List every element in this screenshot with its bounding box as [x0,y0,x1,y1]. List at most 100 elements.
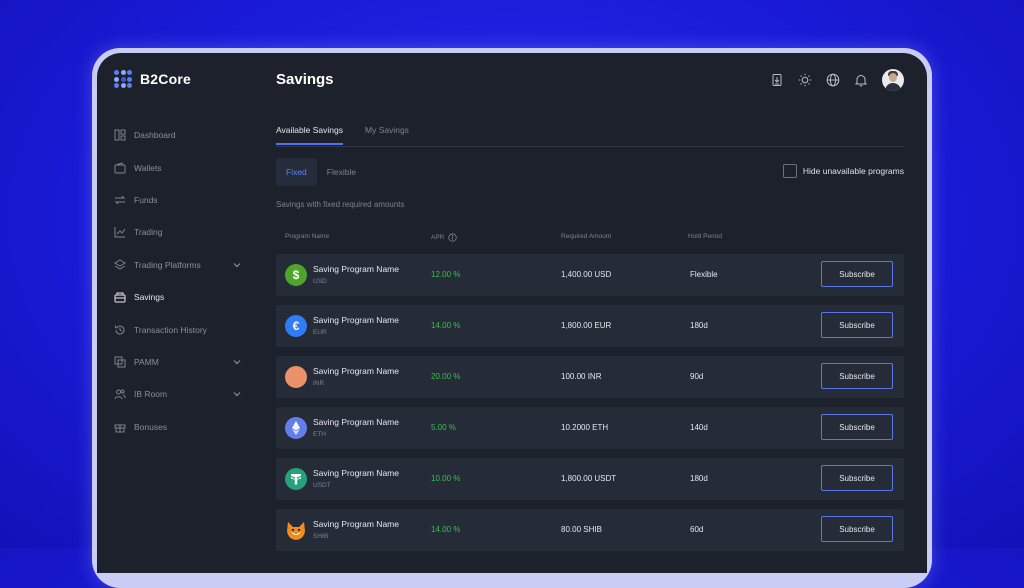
table-row: € Saving Program Name EUR 14.00 % 1,800.… [276,305,904,347]
table-header: Program Name APR Required Amount Hold Pe… [276,233,904,245]
tether-coin-icon [285,468,307,490]
sidebar-item-trading-platforms[interactable]: Trading Platforms [97,249,257,281]
savings-table-body: $ Saving Program Name USD 12.00 % 1,400.… [276,254,904,560]
chevron-down-icon[interactable] [232,357,242,367]
tab-my-savings[interactable]: My Savings [365,125,409,143]
trend-chart-icon [114,226,126,238]
sidebar-item-trading[interactable]: Trading [97,216,257,248]
program-name: Saving Program Name [313,468,399,478]
hide-unavailable-toggle[interactable]: Hide unavailable programs [782,164,904,178]
bell-icon[interactable] [854,73,868,87]
program-apr: 5.00 % [431,423,456,432]
globe-icon[interactable] [826,73,840,87]
table-row: Saving Program Name ETH 5.00 % 10.2000 E… [276,407,904,449]
sidebar-item-wallets[interactable]: Wallets [97,151,257,183]
brand-logo[interactable]: B2Core [114,70,191,88]
hide-unavailable-checkbox[interactable] [782,164,797,178]
program-name: Saving Program Name [313,366,399,376]
sidebar-item-savings[interactable]: Savings [97,281,257,313]
column-apr: APR [431,233,458,242]
subscribe-button[interactable]: Subscribe [821,414,893,440]
program-required-amount: 1,400.00 USD [561,270,612,279]
subscribe-button[interactable]: Subscribe [821,261,893,287]
savings-tabs: Available Savings My Savings [276,125,904,147]
sidebar-item-pamm[interactable]: PAMM [97,346,257,378]
header-actions [770,69,904,91]
column-hold-period: Hold Period [688,233,722,240]
program-required-amount: 10.2000 ETH [561,423,609,432]
program-currency: ETH [313,431,326,438]
shib-coin-icon [285,519,307,541]
avatar[interactable] [882,69,904,91]
sidebar-item-label: Bonuses [134,421,168,432]
logo-mark-icon [114,70,132,88]
chevron-down-icon[interactable] [232,389,242,399]
table-row: $ Saving Program Name USD 12.00 % 1,400.… [276,254,904,296]
euro-coin-icon: € [285,315,307,337]
sidebar-item-label: Trading Platforms [134,259,201,270]
sidebar-item-ib-room[interactable]: IB Room [97,378,257,410]
svg-text:€: € [293,319,300,333]
program-apr: 14.00 % [431,321,461,330]
layers-icon [114,259,126,271]
program-required-amount: 100.00 INR [561,372,602,381]
program-required-amount: 1,800.00 USDT [561,474,617,483]
table-row: Saving Program Name INR 20.00 % 100.00 I… [276,356,904,398]
program-name: Saving Program Name [313,315,399,325]
program-name: Saving Program Name [313,519,399,529]
sidebar-item-bonuses[interactable]: Bonuses [97,411,257,443]
sidebar-item-label: Savings [134,292,165,303]
sidebar-item-dashboard[interactable]: Dashboard [97,119,257,151]
tab-available-savings[interactable]: Available Savings [276,125,343,145]
program-type-toggle: Fixed Flexible [276,158,366,186]
program-hold-period: 180d [690,474,708,483]
program-apr: 20.00 % [431,372,461,381]
sidebar-item-label: Dashboard [134,130,176,141]
program-name: Saving Program Name [313,264,399,274]
app-window: B2Core Dashboard Wallets Funds Trading T… [97,53,927,573]
dashboard-icon [114,129,126,141]
copy-window-icon [114,356,126,368]
sidebar-item-label: Funds [134,194,158,205]
sidebar-item-label: PAMM [134,356,159,367]
program-currency: EUR [313,329,327,336]
column-required-amount: Required Amount [561,233,612,240]
program-currency: SHIB [313,533,329,540]
chevron-down-icon[interactable] [232,260,242,270]
program-hold-period: 90d [690,372,704,381]
program-hold-period: 180d [690,321,708,330]
wallet-icon [114,161,126,174]
program-currency: INR [313,380,325,387]
sun-icon[interactable] [798,73,812,87]
history-icon [114,324,126,336]
program-apr: 14.00 % [431,525,461,534]
sidebar: B2Core Dashboard Wallets Funds Trading T… [97,53,257,573]
program-name: Saving Program Name [313,417,399,427]
document-download-icon[interactable] [770,73,784,87]
column-apr-label: APR [431,234,445,241]
subscribe-button[interactable]: Subscribe [821,465,893,491]
gift-icon [114,421,126,433]
users-icon [114,388,126,400]
usd-coin-icon: $ [285,264,307,286]
subscribe-button[interactable]: Subscribe [821,363,893,389]
subscribe-button[interactable]: Subscribe [821,516,893,542]
brand-name: B2Core [140,71,191,87]
subscribe-button[interactable]: Subscribe [821,312,893,338]
sidebar-item-funds[interactable]: Funds [97,184,257,216]
program-apr: 12.00 % [431,270,461,279]
sidebar-item-label: Transaction History [134,324,207,335]
piggy-box-icon [114,291,126,303]
program-hold-period: 140d [690,423,708,432]
transfer-arrows-icon [114,194,126,206]
sidebar-item-transaction-history[interactable]: Transaction History [97,313,257,345]
inr-coin-icon [285,366,307,388]
info-icon[interactable] [448,233,458,242]
segment-fixed[interactable]: Fixed [276,158,317,186]
segment-flexible[interactable]: Flexible [317,158,366,186]
program-required-amount: 1,800.00 EUR [561,321,612,330]
column-program-name: Program Name [285,233,330,240]
table-row: Saving Program Name SHIB 14.00 % 80.00 S… [276,509,904,551]
sidebar-item-label: Trading [134,227,163,238]
program-hold-period: Flexible [690,270,718,279]
